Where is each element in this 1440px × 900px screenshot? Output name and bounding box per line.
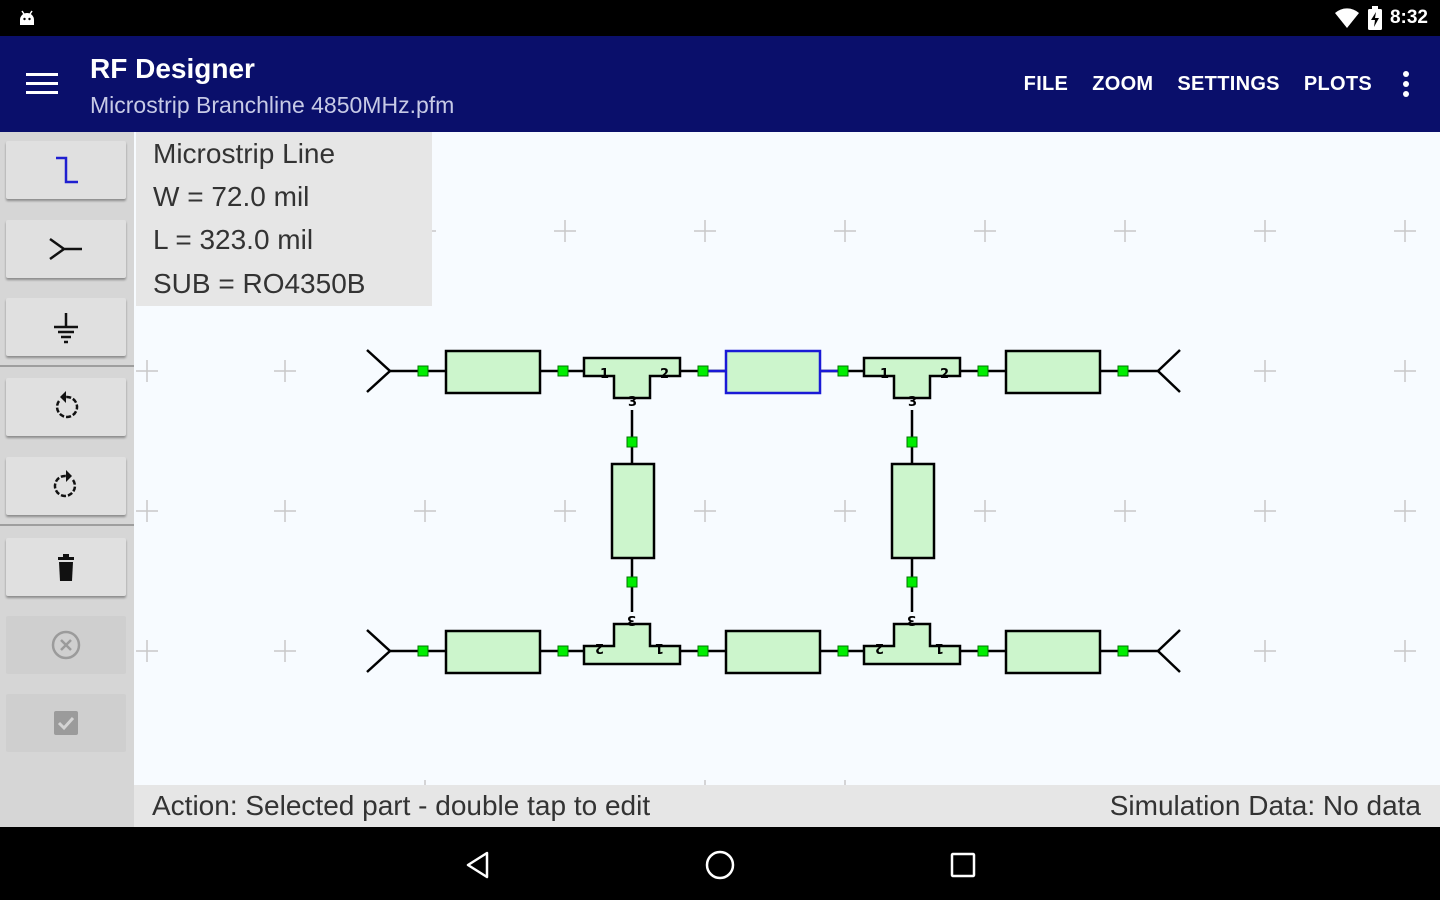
status-bar: 8:32 xyxy=(0,0,1440,36)
ports[interactable] xyxy=(366,349,1181,673)
hamburger-icon xyxy=(26,73,58,94)
home-button[interactable] xyxy=(698,843,742,887)
delete-part-button[interactable] xyxy=(6,538,126,596)
tool-palette xyxy=(0,132,134,827)
selected-microstrip-line[interactable] xyxy=(724,349,822,395)
part-type: Microstrip Line xyxy=(153,138,336,169)
app-title: RF Designer xyxy=(90,53,255,84)
add-transmission-line-button[interactable] xyxy=(6,141,126,199)
microstrip-line[interactable] xyxy=(444,629,542,675)
microstrip-line[interactable] xyxy=(890,462,936,560)
wires xyxy=(390,369,1158,653)
rotate-ccw-button[interactable] xyxy=(6,378,126,436)
port-1[interactable] xyxy=(366,349,392,393)
plots-menu-button[interactable]: PLOTS xyxy=(1304,73,1372,96)
file-menu-button[interactable]: FILE xyxy=(1024,73,1069,96)
home-icon xyxy=(705,850,735,880)
nodes xyxy=(417,365,1129,657)
app-bar: RF Designer Microstrip Branchline 4850MH… xyxy=(0,36,1440,132)
tee-junction[interactable] xyxy=(862,610,962,666)
part-length: L = 323.0 mil xyxy=(153,224,314,255)
microstrip-line[interactable] xyxy=(444,349,542,395)
settings-menu-button[interactable]: SETTINGS xyxy=(1177,73,1279,96)
grid-marks xyxy=(136,220,1416,802)
microstrip-line[interactable] xyxy=(1004,629,1102,675)
add-port-button[interactable] xyxy=(6,220,126,278)
port-3[interactable] xyxy=(1156,349,1181,393)
clock: 8:32 xyxy=(1389,7,1428,28)
recents-icon xyxy=(950,852,976,878)
toolbar-divider xyxy=(0,365,134,367)
microstrip-line[interactable] xyxy=(610,462,656,560)
port-4[interactable] xyxy=(1156,629,1181,673)
toolbar-divider xyxy=(0,524,134,526)
zoom-menu-button[interactable]: ZOOM xyxy=(1092,73,1153,96)
tee-junction[interactable] xyxy=(582,356,682,412)
port-2[interactable] xyxy=(366,629,392,673)
cancel-icon xyxy=(51,630,81,660)
microstrip-line[interactable] xyxy=(724,629,822,675)
battery-charging-icon xyxy=(1367,6,1382,30)
delete-icon xyxy=(58,554,74,581)
file-name: Microstrip Branchline 4850MHz.pfm xyxy=(90,92,455,118)
overflow-menu-button[interactable] xyxy=(1392,68,1420,100)
tee-junction[interactable] xyxy=(582,610,682,666)
add-ground-button[interactable] xyxy=(6,298,126,356)
confirm-icon xyxy=(54,711,78,735)
tee-junction[interactable] xyxy=(862,356,962,412)
microstrip-line[interactable] xyxy=(1004,349,1102,395)
back-button[interactable] xyxy=(456,843,500,887)
part-substrate: SUB = RO4350B xyxy=(153,268,366,299)
menu-button[interactable] xyxy=(20,62,64,106)
confirm-button[interactable] xyxy=(6,694,126,752)
rotate-cw-icon xyxy=(53,470,77,498)
transmission-line-icon xyxy=(56,156,78,184)
microstrip-lines[interactable] xyxy=(444,349,1102,675)
status-strip: Action: Selected part - double tap to ed… xyxy=(134,785,1440,827)
more-vert-icon xyxy=(1403,71,1409,97)
part-width: W = 72.0 mil xyxy=(153,181,310,212)
rotate-cw-button[interactable] xyxy=(6,457,126,515)
rotate-ccw-icon xyxy=(55,391,79,419)
port-icon xyxy=(49,237,82,261)
action-status: Action: Selected part - double tap to ed… xyxy=(152,790,651,821)
system-nav-bar xyxy=(0,827,1440,900)
android-debug-icon xyxy=(20,10,34,25)
cancel-button[interactable] xyxy=(6,616,126,674)
simulation-status: Simulation Data: No data xyxy=(1109,790,1421,821)
ground-icon xyxy=(54,313,78,344)
recents-button[interactable] xyxy=(941,843,985,887)
part-info-panel: Microstrip Line W = 72.0 mil L = 323.0 m… xyxy=(136,132,432,306)
back-icon xyxy=(466,851,489,879)
wifi-icon xyxy=(1334,8,1359,28)
